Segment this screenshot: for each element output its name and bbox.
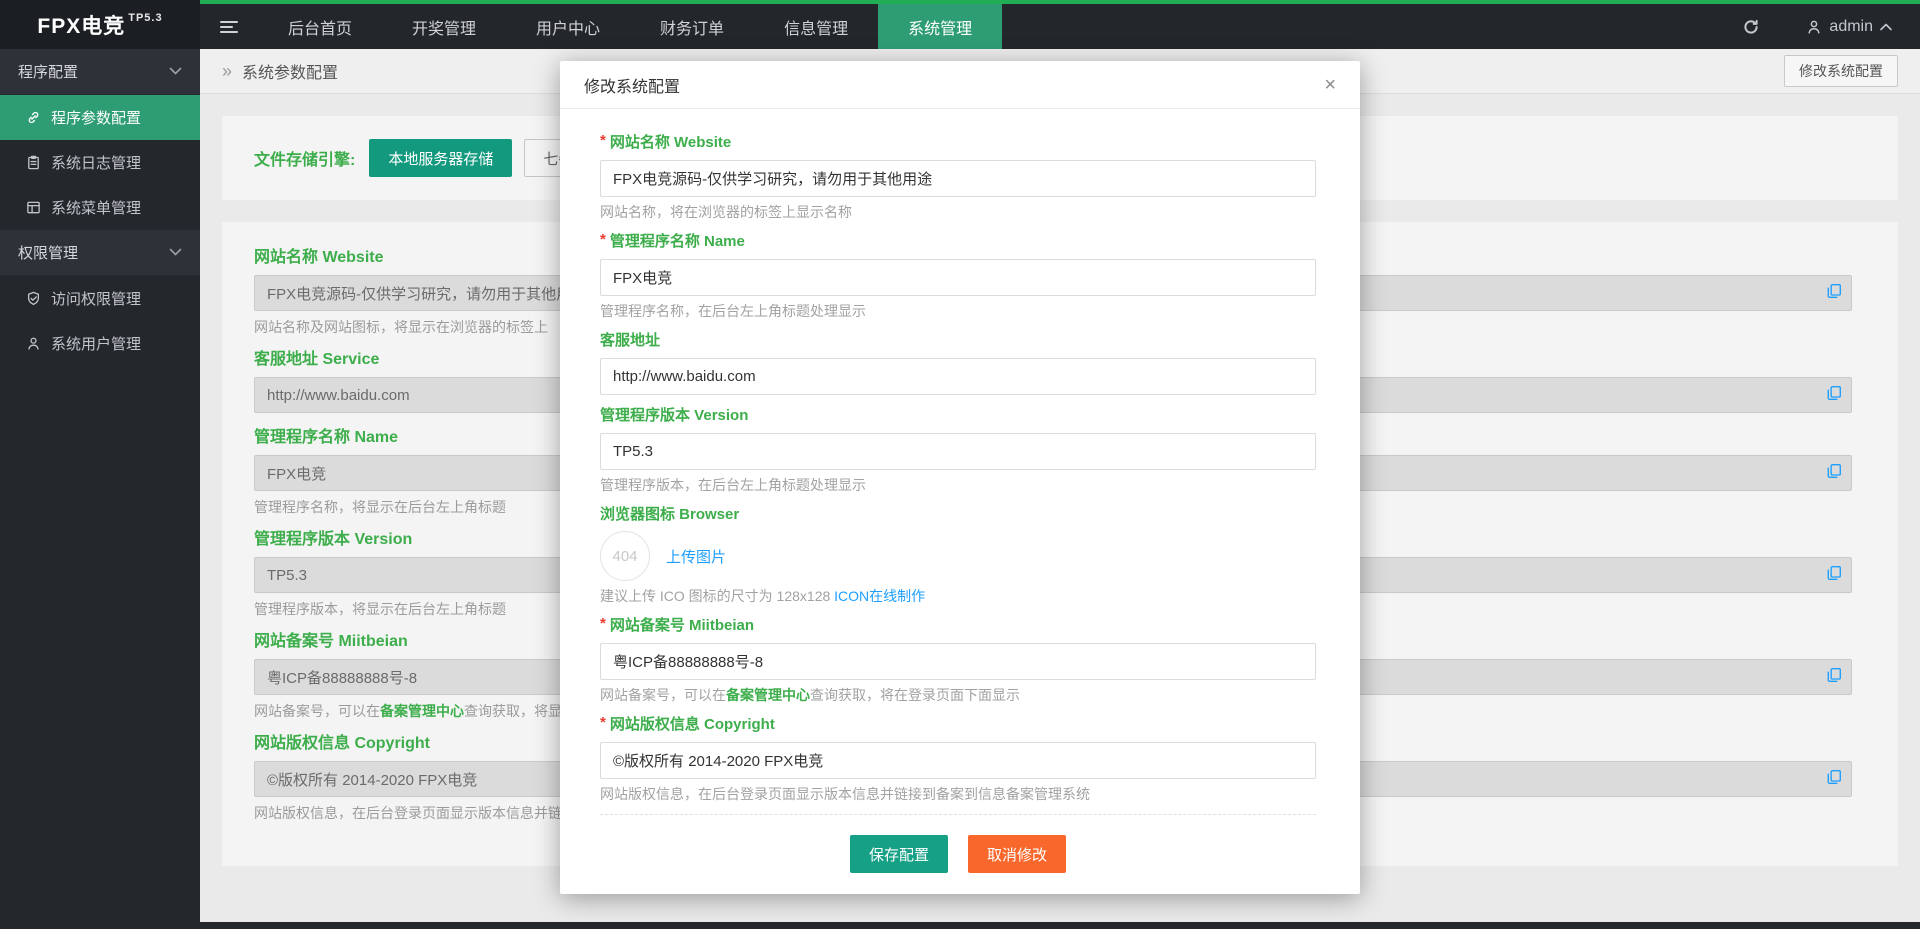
sidebar: 程序配置 程序参数配置 系统日志管理 系统菜单管理 权限管理 访问权限管理 系统… [0, 49, 200, 922]
copy-icon[interactable] [1826, 385, 1842, 406]
chevron-down-icon [169, 248, 182, 256]
chevron-up-icon [1880, 23, 1892, 30]
top-bar: FPX电竞 TP5.3 后台首页 开奖管理 用户中心 财务订单 信息管理 系统管… [0, 0, 1920, 49]
sidebar-item-label: 系统菜单管理 [51, 200, 142, 217]
field-label: 管理程序版本 Version [600, 407, 749, 424]
save-config-button[interactable]: 保存配置 [849, 835, 948, 873]
page-bottom-strip [0, 922, 1920, 929]
modal-body: * 网站名称 Website 网站名称，将在浏览器的标签上显示名称 * 管理程序… [560, 109, 1360, 899]
beian-center-link[interactable]: 备案管理中心 [380, 703, 464, 719]
storage-local-button[interactable]: 本地服务器存储 [369, 139, 513, 177]
field-help: 管理程序版本，在后台左上角标题处理显示 [600, 477, 866, 493]
nav-item-dashboard[interactable]: 后台首页 [258, 4, 382, 49]
nav-item-lottery[interactable]: 开奖管理 [382, 4, 506, 49]
miitbeian-input[interactable] [600, 643, 1316, 680]
field-label: 网站名称 Website [609, 134, 732, 151]
sidebar-item-system-logs[interactable]: 系统日志管理 [0, 140, 200, 185]
modal-footer: 保存配置 取消修改 [600, 814, 1316, 899]
modal-title-bar: 修改系统配置 × [560, 61, 1360, 109]
clipboard-icon [28, 155, 39, 170]
modify-system-config-button[interactable]: 修改系统配置 [1784, 55, 1898, 87]
chevron-down-icon [169, 67, 182, 75]
sidebar-item-label: 系统日志管理 [51, 155, 142, 172]
field-label: 管理程序名称 Name [609, 233, 745, 250]
required-icon: * [600, 615, 606, 632]
field-help: 管理程序名称，在后台左上角标题处理显示 [600, 303, 866, 319]
modal-field-service: 客服地址 [600, 331, 1316, 395]
sidebar-group-program-config[interactable]: 程序配置 [0, 49, 200, 95]
copy-icon[interactable] [1826, 667, 1842, 688]
user-menu[interactable]: admin [1806, 18, 1892, 36]
field-label: 浏览器图标 Browser [600, 506, 740, 523]
field-help: 网站版权信息，在后台登录页面显示版本信息并链接到备案到信息备案管理系统 [600, 786, 1090, 802]
sidebar-item-access-permissions[interactable]: 访问权限管理 [0, 276, 200, 321]
user-icon [1808, 20, 1820, 34]
modal-field-browser-icon: 浏览器图标 Browser 404 上传图片 建议上传 ICO 图标的尺寸为 1… [600, 505, 1316, 605]
sidebar-item-system-users[interactable]: 系统用户管理 [0, 321, 200, 366]
copyright-input[interactable] [600, 742, 1316, 779]
cancel-button[interactable]: 取消修改 [968, 835, 1067, 873]
nav-item-info[interactable]: 信息管理 [754, 4, 878, 49]
sidebar-item-program-params[interactable]: 程序参数配置 [0, 95, 200, 140]
copy-icon[interactable] [1826, 769, 1842, 790]
app-version-badge: TP5.3 [128, 11, 163, 24]
favicon-placeholder[interactable]: 404 [600, 531, 650, 581]
page: FPX电竞 TP5.3 后台首页 开奖管理 用户中心 财务订单 信息管理 系统管… [0, 0, 1920, 929]
modal-field-copyright: * 网站版权信息 Copyright 网站版权信息，在后台登录页面显示版本信息并… [600, 714, 1316, 803]
hamburger-icon[interactable] [200, 4, 258, 49]
refresh-icon[interactable] [1742, 18, 1760, 36]
modify-config-modal: 修改系统配置 × * 网站名称 Website 网站名称，将在浏览器的标签上显示… [560, 61, 1360, 894]
sidebar-item-label: 程序参数配置 [51, 110, 142, 127]
nav-item-finance[interactable]: 财务订单 [630, 4, 754, 49]
top-nav-area: 后台首页 开奖管理 用户中心 财务订单 信息管理 系统管理 admin [200, 0, 1920, 49]
link-icon [28, 111, 39, 124]
version-input[interactable] [600, 433, 1316, 470]
required-icon: * [600, 714, 606, 731]
top-nav: 后台首页 开奖管理 用户中心 财务订单 信息管理 系统管理 [258, 4, 1003, 49]
app-logo: FPX电竞 TP5.3 [0, 0, 200, 49]
nav-item-users[interactable]: 用户中心 [506, 4, 630, 49]
field-label: 网站备案号 Miitbeian [609, 617, 755, 634]
layout-icon [27, 201, 40, 214]
field-label: 网站版权信息 Copyright [609, 716, 775, 733]
copy-icon[interactable] [1826, 283, 1842, 304]
field-label: 客服地址 [600, 332, 661, 349]
user-name: admin [1829, 17, 1873, 35]
name-input[interactable] [600, 259, 1316, 296]
icon-maker-link[interactable]: ICON在线制作 [834, 588, 925, 604]
sidebar-item-label: 系统用户管理 [51, 336, 142, 353]
breadcrumb-arrow-icon: » [222, 60, 233, 81]
field-help: 网站备案号，可以在备案管理中心查询获取，将在登录页面下面显示 [600, 687, 1020, 703]
sidebar-group-label: 程序配置 [18, 64, 79, 81]
required-icon: * [600, 231, 606, 248]
modal-title: 修改系统配置 [584, 78, 681, 96]
required-icon: * [600, 132, 606, 149]
copy-icon[interactable] [1826, 565, 1842, 586]
storage-engine-label: 文件存储引擎: [254, 152, 356, 169]
field-help: 网站名称，将在浏览器的标签上显示名称 [600, 204, 852, 220]
website-input[interactable] [600, 160, 1316, 197]
nav-item-system[interactable]: 系统管理 [878, 4, 1003, 49]
sidebar-item-system-menu[interactable]: 系统菜单管理 [0, 185, 200, 230]
modal-field-website: * 网站名称 Website 网站名称，将在浏览器的标签上显示名称 [600, 132, 1316, 221]
top-right-area: admin [1742, 4, 1920, 49]
shield-check-icon [27, 291, 40, 306]
beian-center-link[interactable]: 备案管理中心 [726, 687, 810, 703]
modal-field-name: * 管理程序名称 Name 管理程序名称，在后台左上角标题处理显示 [600, 231, 1316, 320]
user-icon [28, 337, 39, 350]
modal-field-version: 管理程序版本 Version 管理程序版本，在后台左上角标题处理显示 [600, 406, 1316, 494]
copy-icon[interactable] [1826, 463, 1842, 484]
close-icon[interactable]: × [1324, 75, 1336, 95]
field-help: 建议上传 ICO 图标的尺寸为 128x128 ICON在线制作 [600, 588, 926, 604]
app-logo-text: FPX电竞 [37, 14, 126, 38]
sidebar-item-label: 访问权限管理 [51, 291, 142, 308]
page-title: 系统参数配置 [242, 65, 339, 82]
upload-image-link[interactable]: 上传图片 [666, 546, 726, 567]
sidebar-group-label: 权限管理 [18, 245, 79, 262]
modal-field-miitbeian: * 网站备案号 Miitbeian 网站备案号，可以在备案管理中心查询获取，将在… [600, 615, 1316, 704]
service-input[interactable] [600, 358, 1316, 395]
sidebar-group-permissions[interactable]: 权限管理 [0, 230, 200, 276]
